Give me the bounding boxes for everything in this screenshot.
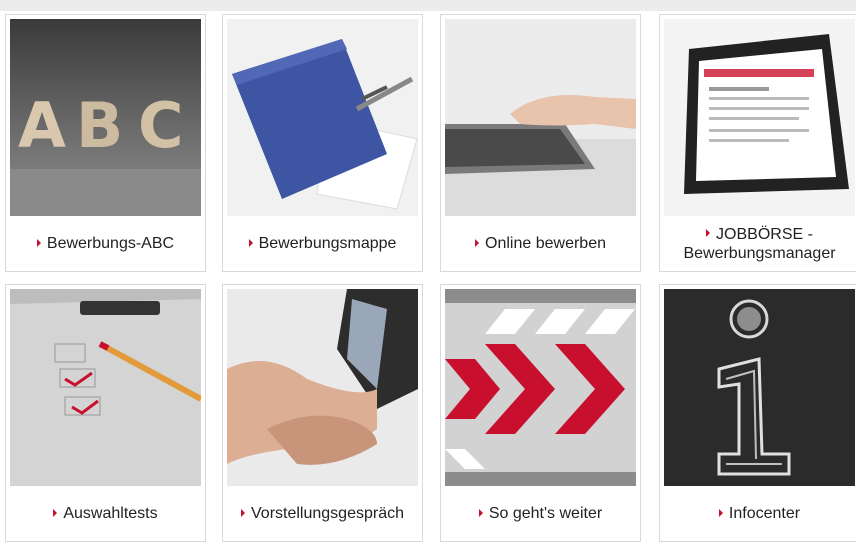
- tablet-jobboerse-image: [664, 19, 855, 216]
- tile-grid: A B C Bewerbungs-ABC Bewerbungsmappe Onl…: [0, 0, 856, 542]
- tile-caption: Online bewerben: [445, 220, 636, 267]
- arrow-right-icon: [475, 238, 480, 247]
- handshake-image: [227, 289, 418, 486]
- folder-pen-image: [227, 19, 418, 216]
- arrow-right-icon: [478, 508, 483, 517]
- arrow-right-icon: [53, 508, 58, 517]
- tile-vorstellungsgespraech[interactable]: Vorstellungsgespräch: [222, 284, 423, 542]
- tile-bewerbungsmappe[interactable]: Bewerbungsmappe: [222, 14, 423, 272]
- tile-caption: JOBBÖRSE - Bewerbungsmanager: [683, 225, 836, 262]
- tile-jobboerse[interactable]: JOBBÖRSE - Bewerbungsmanager: [659, 14, 856, 272]
- tile-caption: Vorstellungsgespräch: [227, 490, 418, 537]
- arrow-right-icon: [241, 508, 245, 517]
- clipboard-checklist-image: [10, 289, 201, 486]
- tile-bewerbungs-abc[interactable]: A B C Bewerbungs-ABC: [5, 14, 206, 272]
- svg-text:C: C: [138, 89, 184, 162]
- chalk-info-image: [664, 289, 855, 486]
- arrow-right-icon: [36, 238, 41, 247]
- tile-caption: So geht's weiter: [445, 490, 636, 537]
- svg-text:B: B: [76, 89, 123, 162]
- red-chevrons-image: [445, 289, 636, 486]
- arrow-right-icon: [718, 508, 723, 517]
- abc-letters-image: A B C: [10, 19, 201, 216]
- tile-online-bewerben[interactable]: Online bewerben: [440, 14, 641, 272]
- svg-text:A: A: [18, 89, 66, 162]
- tile-caption: Infocenter: [664, 490, 855, 537]
- arrow-right-icon: [248, 238, 253, 247]
- tile-so-gehts-weiter[interactable]: So geht's weiter: [440, 284, 641, 542]
- arrow-right-icon: [706, 229, 711, 238]
- tile-infocenter[interactable]: Infocenter: [659, 284, 856, 542]
- tile-auswahltests[interactable]: Auswahltests: [5, 284, 206, 542]
- tile-caption: Bewerbungsmappe: [227, 220, 418, 267]
- laptop-typing-image: [445, 19, 636, 216]
- tile-caption: Auswahltests: [10, 490, 201, 537]
- tile-caption: Bewerbungs-ABC: [10, 220, 201, 267]
